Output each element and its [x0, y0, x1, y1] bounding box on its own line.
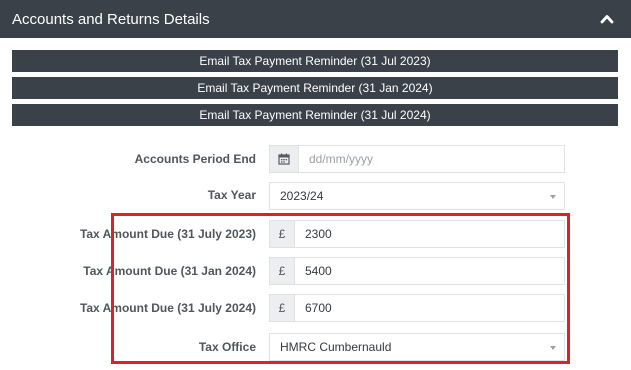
- email-reminder-jul-2024-button[interactable]: Email Tax Payment Reminder (31 Jul 2024): [12, 104, 618, 126]
- email-reminder-jan-2024-button[interactable]: Email Tax Payment Reminder (31 Jan 2024): [12, 77, 618, 99]
- panel-header[interactable]: Accounts and Returns Details: [0, 0, 631, 38]
- chevron-down-icon: [550, 195, 556, 199]
- panel-title: Accounts and Returns Details: [12, 10, 210, 28]
- accounts-period-end-label: Accounts Period End: [134, 152, 256, 166]
- accounts-period-end-input[interactable]: dd/mm/yyyy: [298, 145, 565, 173]
- tax-year-value: 2023/24: [280, 189, 324, 203]
- tax-year-select[interactable]: 2023/24: [269, 182, 565, 210]
- calendar-icon: [278, 153, 290, 165]
- tax-year-label: Tax Year: [207, 188, 256, 202]
- calendar-addon[interactable]: [269, 145, 299, 173]
- email-reminder-jul-2023-button[interactable]: Email Tax Payment Reminder (31 Jul 2023): [12, 50, 618, 72]
- date-placeholder: dd/mm/yyyy: [309, 152, 374, 166]
- highlight-box: [111, 213, 570, 364]
- chevron-up-icon[interactable]: [600, 13, 614, 25]
